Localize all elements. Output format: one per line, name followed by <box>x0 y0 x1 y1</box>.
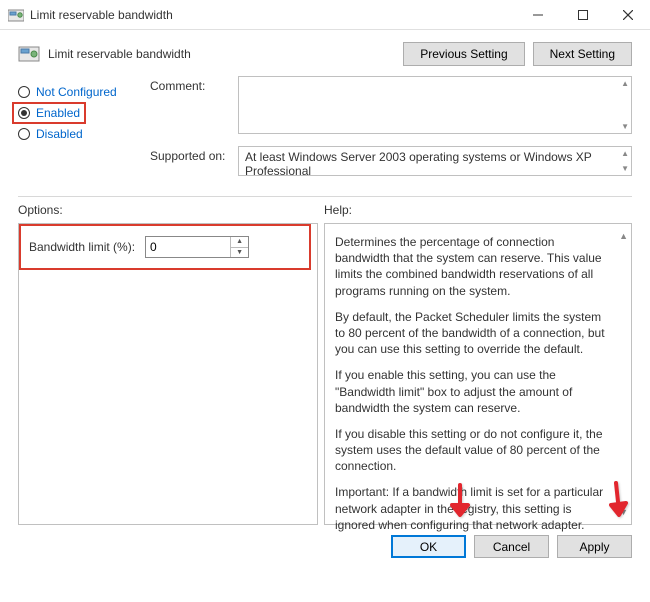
radio-icon <box>18 86 30 98</box>
bandwidth-limit-input[interactable] <box>146 237 230 257</box>
state-radio-group: Not Configured Enabled Disabled <box>18 76 138 184</box>
policy-detail-icon <box>18 43 40 65</box>
options-section-label: Options: <box>18 203 324 217</box>
radio-label: Not Configured <box>36 85 117 99</box>
chevron-up-icon: ▲ <box>619 230 628 242</box>
ok-button[interactable]: OK <box>391 535 466 558</box>
comment-textarea[interactable]: ▲ ▼ <box>238 76 632 134</box>
divider <box>18 196 632 197</box>
policy-title: Limit reservable bandwidth <box>48 47 403 61</box>
radio-icon <box>18 107 30 119</box>
help-paragraph: Important: If a bandwidth limit is set f… <box>335 484 611 533</box>
radio-label: Disabled <box>36 127 83 141</box>
window-controls <box>515 0 650 29</box>
radio-disabled[interactable]: Disabled <box>18 124 138 144</box>
scroll-indicator: ▼ <box>621 122 629 131</box>
help-paragraph: If you enable this setting, you can use … <box>335 367 611 416</box>
radio-enabled[interactable]: Enabled <box>12 102 86 124</box>
spinner-up-button[interactable]: ▲ <box>231 237 248 248</box>
chevron-down-icon: ▼ <box>619 506 628 518</box>
apply-button[interactable]: Apply <box>557 535 632 558</box>
help-panel: Determines the percentage of connection … <box>324 223 632 525</box>
close-button[interactable] <box>605 0 650 29</box>
scroll-indicator: ▲ <box>621 79 629 88</box>
help-paragraph: By default, the Packet Scheduler limits … <box>335 309 611 358</box>
scroll-indicator: ▼ <box>621 164 629 173</box>
window-title: Limit reservable bandwidth <box>30 8 515 22</box>
chevron-up-icon: ▲ <box>236 238 243 245</box>
chevron-down-icon: ▼ <box>621 122 629 131</box>
header: Limit reservable bandwidth Previous Sett… <box>0 30 650 76</box>
cancel-button[interactable]: Cancel <box>474 535 549 558</box>
next-setting-button[interactable]: Next Setting <box>533 42 632 66</box>
help-section-label: Help: <box>324 203 632 217</box>
maximize-button[interactable] <box>560 0 605 29</box>
comment-label: Comment: <box>150 76 238 134</box>
policy-icon <box>8 7 24 23</box>
help-paragraph: If you disable this setting or do not co… <box>335 426 611 475</box>
scroll-indicator: ▲ <box>621 149 629 158</box>
radio-not-configured[interactable]: Not Configured <box>18 82 138 102</box>
minimize-button[interactable] <box>515 0 560 29</box>
supported-label: Supported on: <box>150 146 238 176</box>
chevron-up-icon: ▲ <box>621 79 629 88</box>
spinner-down-button[interactable]: ▼ <box>231 248 248 258</box>
chevron-down-icon: ▼ <box>236 249 243 256</box>
radio-label: Enabled <box>36 106 80 120</box>
bandwidth-limit-spinner[interactable]: ▲ ▼ <box>145 236 249 258</box>
chevron-down-icon: ▼ <box>621 164 629 173</box>
options-panel: Bandwidth limit (%): ▲ ▼ <box>18 223 318 525</box>
scrollbar[interactable]: ▲ ▼ <box>619 230 628 518</box>
bandwidth-limit-row: Bandwidth limit (%): ▲ ▼ <box>19 224 311 270</box>
titlebar: Limit reservable bandwidth <box>0 0 650 30</box>
chevron-up-icon: ▲ <box>621 149 629 158</box>
previous-setting-button[interactable]: Previous Setting <box>403 42 524 66</box>
bandwidth-limit-label: Bandwidth limit (%): <box>29 240 135 254</box>
help-paragraph: Determines the percentage of connection … <box>335 234 611 299</box>
radio-icon <box>18 128 30 140</box>
supported-on-text: At least Windows Server 2003 operating s… <box>238 146 632 176</box>
